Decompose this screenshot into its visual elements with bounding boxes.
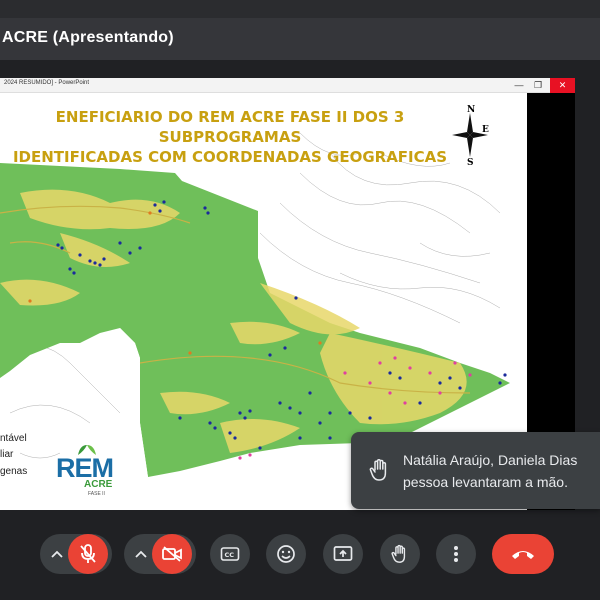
legend-item-1: ntável: [0, 433, 27, 444]
emoji-icon: [277, 545, 295, 563]
notification-line-1: Natália Araújo, Daniela Dias: [403, 452, 578, 468]
raised-hands-notification[interactable]: Natália Araújo, Daniela Dias pessoa leva…: [351, 432, 600, 509]
cc-icon: CC: [220, 547, 240, 561]
present-icon: [333, 546, 353, 561]
svg-text:CC: CC: [225, 551, 235, 559]
maximize-icon[interactable]: ❐: [527, 78, 549, 93]
chevron-up-icon: [135, 550, 147, 558]
slide-title: ENEFICIARIO DO REM ACRE FASE II DOS 3 SU…: [0, 107, 460, 167]
chevron-up-icon: [51, 550, 63, 558]
legend-item-2: liar: [0, 449, 14, 460]
compass-east: E: [482, 125, 489, 135]
reactions-button[interactable]: [266, 534, 306, 574]
compass-south: S: [467, 158, 474, 165]
leave-call-button[interactable]: [492, 534, 554, 574]
slide-title-line2: IDENTIFICADAS COM COORDENADAS GEOGRAFICA…: [12, 148, 448, 166]
raise-hand-button[interactable]: [380, 534, 420, 574]
meet-app: ACRE (Apresentando) 2024 RESUMIDO] - Pow…: [0, 0, 600, 600]
close-icon[interactable]: ✕: [550, 78, 575, 93]
more-vert-icon: [454, 546, 458, 562]
slide-title-line1: ENEFICIARIO DO REM ACRE FASE II DOS 3 SU…: [55, 108, 405, 146]
powerpoint-titlebar: 2024 RESUMIDO] - PowerPoint — ❐ ✕: [0, 78, 575, 93]
hand-raised-icon: [369, 459, 387, 481]
hand-icon: [391, 544, 406, 563]
call-end-icon: [512, 551, 534, 559]
presentation-title-bar: ACRE (Apresentando): [0, 18, 600, 60]
notification-line-2: pessoa levantaram a mão.: [403, 474, 568, 490]
more-options-button[interactable]: [436, 534, 476, 574]
legend-item-3: genas: [0, 466, 28, 477]
powerpoint-title: 2024 RESUMIDO] - PowerPoint: [4, 80, 90, 86]
camera-button[interactable]: [152, 534, 192, 574]
captions-button[interactable]: CC: [210, 534, 250, 574]
logo-acre-text: ACRE: [84, 479, 113, 490]
compass-north: N: [467, 105, 475, 115]
rem-acre-logo: REM ACRE FASE II: [54, 443, 118, 503]
mic-off-icon: [80, 544, 96, 563]
compass-icon: N E S: [452, 105, 489, 165]
microphone-button[interactable]: [68, 534, 108, 574]
browser-top-strip: [0, 0, 600, 18]
camera-off-icon: [162, 546, 182, 562]
presentation-title: ACRE (Apresentando): [2, 29, 174, 46]
present-button[interactable]: [323, 534, 363, 574]
logo-fase-text: FASE II: [88, 491, 105, 497]
call-controls-bar: CC: [0, 520, 600, 600]
